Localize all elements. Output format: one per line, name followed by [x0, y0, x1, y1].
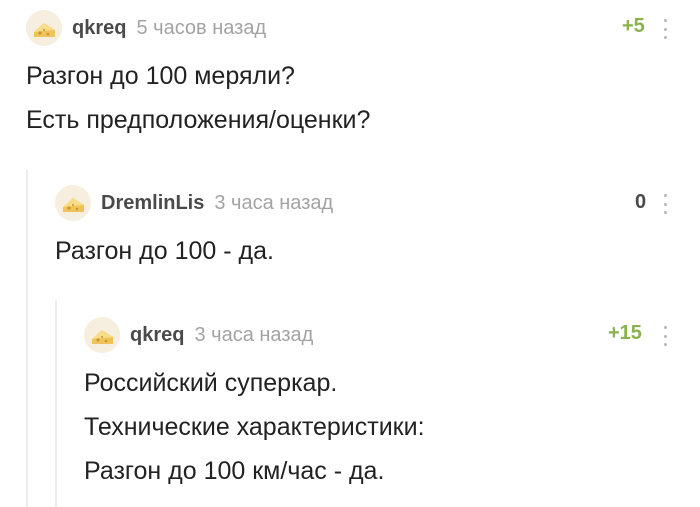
- comment-text-line: Разгон до 100 км/час - да.: [84, 457, 385, 485]
- comment-text-line: Разгон до 100 - да.: [55, 237, 274, 265]
- comment-body: Российский суперкар. Технические характе…: [84, 361, 425, 493]
- more-vertical-icon[interactable]: [662, 19, 668, 39]
- comment-body: Разгон до 100 меряли? Есть предположения…: [26, 54, 370, 142]
- comment-header: qkreq 5 часов назад: [26, 8, 266, 48]
- comment-body: Разгон до 100 - да.: [55, 229, 274, 273]
- comment: qkreq 3 часа назад +15 Российский суперк…: [0, 300, 700, 507]
- comment-rating: 0: [635, 191, 647, 213]
- comment-rating: +5: [622, 15, 645, 37]
- author-name[interactable]: qkreq: [72, 17, 126, 40]
- avatar-icon[interactable]: [55, 185, 91, 221]
- avatar-icon[interactable]: [26, 10, 62, 46]
- comment-text-line: Российский суперкар.: [84, 369, 338, 397]
- avatar-icon[interactable]: [84, 317, 120, 353]
- comment-time[interactable]: 5 часов назад: [136, 17, 266, 40]
- comment-header: qkreq 3 часа назад: [84, 315, 313, 355]
- comment-rating: +15: [608, 322, 642, 344]
- comment: qkreq 5 часов назад +5 Разгон до 100 мер…: [0, 0, 700, 170]
- comment-text-line: Есть предположения/оценки?: [26, 106, 371, 134]
- more-vertical-icon[interactable]: [662, 194, 668, 214]
- comment-text-line: Разгон до 100 меряли?: [26, 62, 295, 90]
- comment-time[interactable]: 3 часа назад: [194, 324, 313, 347]
- author-name[interactable]: qkreq: [130, 324, 184, 347]
- author-name[interactable]: DremlinLis: [101, 192, 204, 215]
- comment-text-line: Технические характеристики:: [84, 413, 425, 441]
- more-vertical-icon[interactable]: [662, 326, 668, 346]
- comment-time[interactable]: 3 часа назад: [214, 192, 333, 215]
- comment-header: DremlinLis 3 часа назад: [55, 183, 333, 223]
